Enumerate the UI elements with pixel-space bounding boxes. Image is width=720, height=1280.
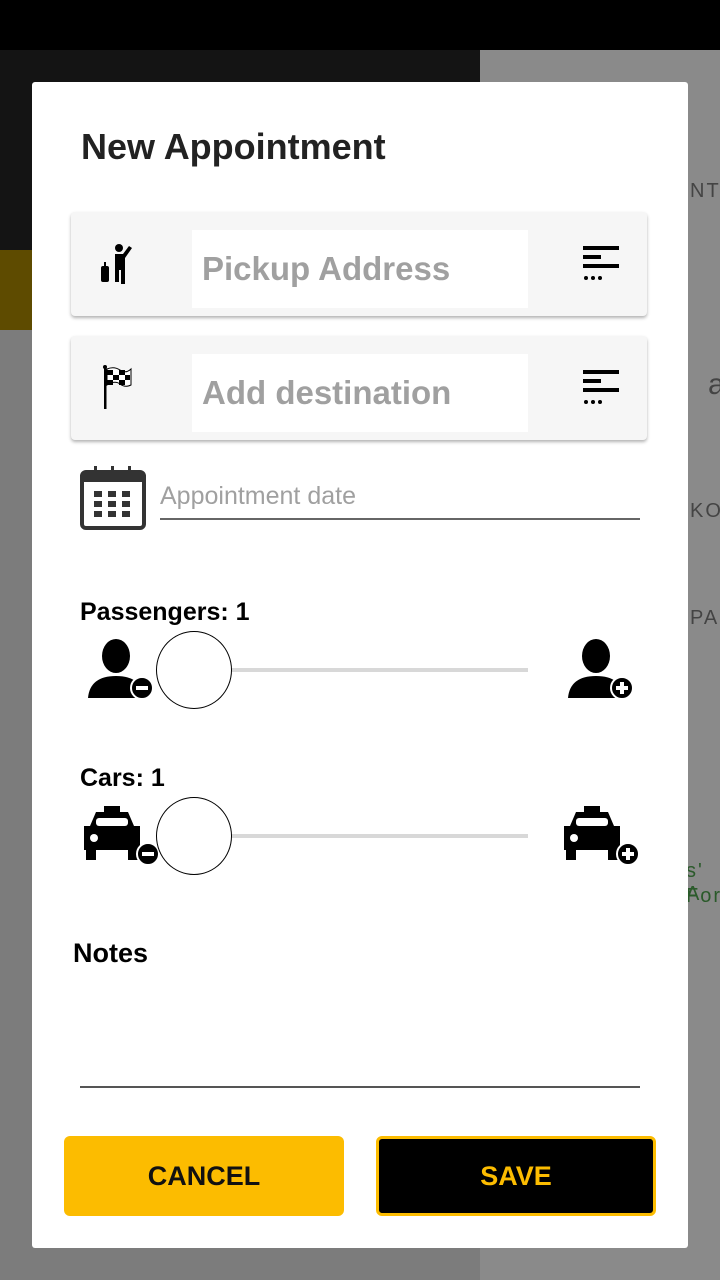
save-button[interactable]: SAVE <box>376 1136 656 1216</box>
cars-label: Cars: 1 <box>80 764 165 792</box>
destination-field <box>71 336 647 440</box>
checkered-flag-icon <box>103 365 132 409</box>
cars-slider[interactable] <box>156 796 528 876</box>
slider-track[interactable] <box>196 668 528 672</box>
notes-label: Notes <box>73 938 149 968</box>
map-label: KO <box>690 500 720 522</box>
remove-car-icon[interactable] <box>80 804 160 866</box>
cancel-button[interactable]: CANCEL <box>64 1136 344 1216</box>
map-label: a <box>708 368 720 401</box>
map-label: NT <box>690 180 720 202</box>
dialog-title: New Appointment <box>81 126 386 167</box>
passengers-slider[interactable] <box>156 630 528 710</box>
add-car-icon[interactable] <box>558 804 642 866</box>
pickup-address-input[interactable] <box>192 230 528 308</box>
remove-passenger-icon[interactable] <box>86 638 158 700</box>
slider-thumb[interactable] <box>156 631 232 709</box>
address-list-icon[interactable] <box>583 244 621 284</box>
destination-list-icon[interactable] <box>583 368 621 408</box>
appointment-date-input[interactable] <box>160 474 640 520</box>
add-passenger-icon[interactable] <box>566 638 638 700</box>
map-label: For <box>686 885 720 907</box>
passengers-label: Passengers: 1 <box>80 598 250 626</box>
status-bar <box>0 0 720 50</box>
notes-input[interactable] <box>80 982 640 1088</box>
map-label: PA <box>690 607 720 629</box>
slider-track[interactable] <box>196 834 528 838</box>
destination-input[interactable] <box>192 354 528 432</box>
hailing-person-icon <box>101 244 132 284</box>
pickup-address-field <box>71 212 647 316</box>
calendar-icon[interactable] <box>80 464 146 530</box>
slider-thumb[interactable] <box>156 797 232 875</box>
new-appointment-dialog: New Appointment Passengers: 1 <box>32 82 688 1248</box>
